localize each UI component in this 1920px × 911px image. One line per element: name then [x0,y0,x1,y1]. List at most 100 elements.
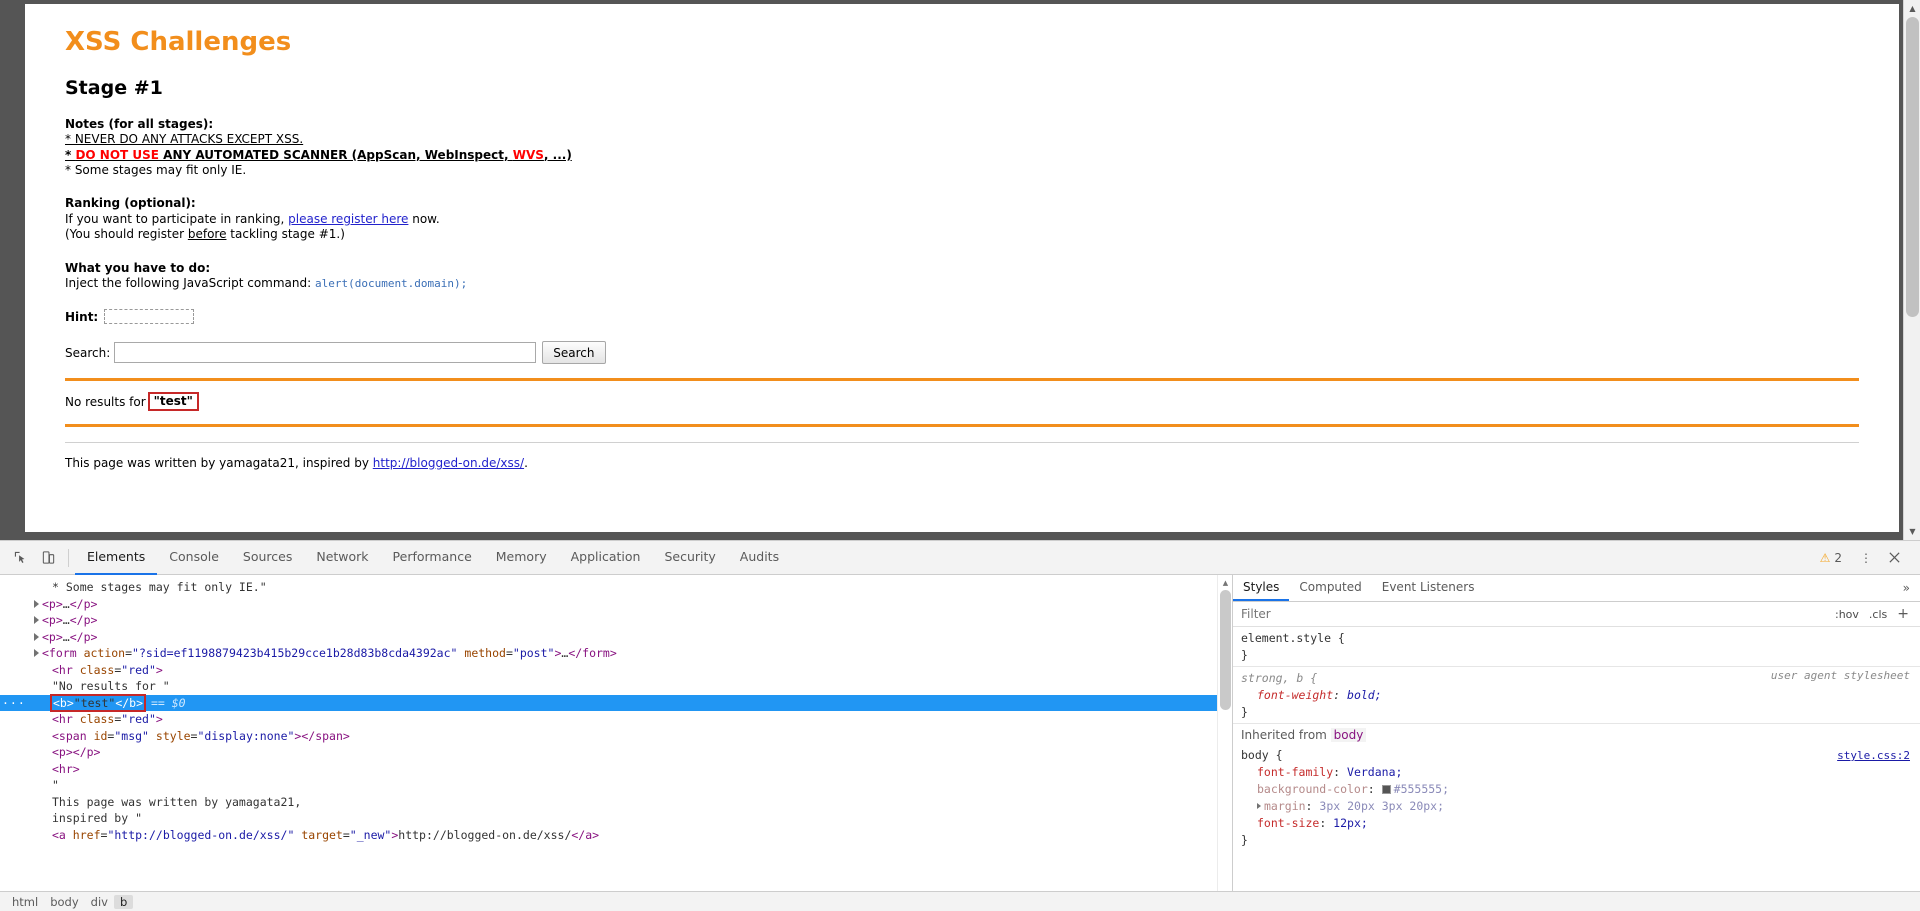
expand-triangle-icon[interactable] [34,599,39,608]
dom-tree-row[interactable]: <p></p> [0,744,1232,761]
css-property-name[interactable]: font-size [1257,816,1319,830]
css-property-value[interactable]: bold; [1347,688,1382,702]
expand-triangle-icon[interactable] [34,649,39,657]
inspect-element-icon[interactable] [6,544,34,572]
css-declaration[interactable]: font-weight: bold; [1241,687,1912,704]
dom-scrollbar-thumb[interactable] [1220,590,1231,710]
cls-toggle-button[interactable]: .cls [1864,608,1892,621]
styles-tab-styles[interactable]: Styles [1233,575,1290,601]
dom-tree-row[interactable]: <hr class="red"> [0,662,1232,679]
page-scrollbar[interactable]: ▲ ▼ [1903,0,1920,540]
dom-scroll-up-icon[interactable]: ▲ [1218,575,1232,590]
css-property-name[interactable]: font-weight [1257,688,1333,702]
dom-tree-row[interactable]: "No results for " [0,678,1232,695]
expand-triangle-icon[interactable] [34,616,39,624]
new-style-rule-button[interactable]: + [1892,606,1914,622]
dom-tree-row[interactable]: <span id="msg" style="display:none"></sp… [0,728,1232,745]
css-property-value[interactable]: 12px; [1333,816,1368,830]
warning-badge[interactable]: ⚠ 2 [1820,551,1842,565]
devtools-tab-performance[interactable]: Performance [381,541,484,575]
dom-tree-row[interactable]: <p>…</p> [0,596,1232,613]
dom-tree-row[interactable]: * Some stages may fit only IE." [0,579,1232,596]
devtools-tab-security[interactable]: Security [652,541,727,575]
dom-tree-row[interactable]: <hr class="red"> [0,711,1232,728]
devtools-tab-console[interactable]: Console [157,541,231,575]
dom-tree-row[interactable]: <a href="http://blogged-on.de/xss/" targ… [0,827,1232,844]
ranking2-pre: (You should register [65,227,188,242]
css-declaration[interactable]: background-color: #555555; [1241,781,1912,798]
devtools-tab-network[interactable]: Network [304,541,380,575]
css-property-name[interactable]: background-color [1257,782,1368,796]
styles-tab-event-listeners[interactable]: Event Listeners [1372,575,1485,601]
dom-tree-pane[interactable]: * Some stages may fit only IE." <p>…</p> <… [0,575,1232,911]
css-selector[interactable]: body {style.css:2 [1241,747,1912,764]
styles-more-tabs-icon[interactable]: » [1893,575,1920,601]
breadcrumb-item-html[interactable]: html [6,895,44,909]
styles-tab-computed[interactable]: Computed [1289,575,1371,601]
dom-tree-row[interactable]: This page was written by yamagata21, [0,794,1232,811]
css-property-value[interactable]: #555555; [1394,782,1449,796]
dom-tree-row[interactable]: <hr> [0,761,1232,778]
scrollbar-thumb[interactable] [1906,17,1919,317]
css-declaration[interactable]: font-family: Verdana; [1241,764,1912,781]
dom-tree-row[interactable]: <p>…</p> [0,629,1232,646]
ranking2-emphasis: before [187,227,227,242]
dom-tree-row-selected[interactable]: ··· <b>"test"</b> == $0 [0,693,1232,712]
register-link[interactable]: please register here [288,212,408,226]
search-button[interactable]: Search [542,341,606,365]
inherited-source-tag[interactable]: body [1330,728,1367,742]
stage-heading: Stage #1 [65,77,163,99]
result-term-highlight: "test" [147,392,199,412]
css-declaration[interactable]: font-size: 12px; [1241,815,1912,832]
expand-triangle-icon[interactable] [34,632,39,641]
css-colon: : [1367,782,1382,796]
stylesheet-source-link[interactable]: style.css:2 [1837,747,1910,764]
devtools-tab-memory[interactable]: Memory [484,541,559,575]
css-property-value[interactable]: Verdana; [1347,765,1402,779]
note-line-1: * NEVER DO ANY ATTACKS EXCEPT XSS. [65,132,304,147]
more-options-icon[interactable]: ⋮ [1852,544,1880,572]
hint-label: Hint: [65,309,99,324]
hov-toggle-button[interactable]: :hov [1830,608,1864,621]
devtools-tab-sources[interactable]: Sources [231,541,304,575]
dom-tree-row[interactable]: " [0,777,1232,794]
css-declaration[interactable]: margin: 3px 20px 3px 20px; [1241,798,1912,815]
device-toolbar-icon[interactable] [34,544,62,572]
scroll-up-icon[interactable]: ▲ [1904,0,1920,17]
css-selector[interactable]: strong, b {user agent stylesheet [1241,669,1912,687]
color-swatch[interactable] [1381,785,1391,794]
close-devtools-icon[interactable] [1880,544,1908,572]
dom-tree-lines: * Some stages may fit only IE." <p>…</p> <… [0,579,1232,843]
dom-row-markup: <hr class="red"> [52,712,163,726]
devtools-tab-audits[interactable]: Audits [728,541,791,575]
ranking-pre: If you want to participate in ranking, [65,211,289,226]
css-property-value[interactable]: 3px 20px 3px 20px; [1319,799,1444,813]
divider-orange-bottom [65,424,1859,428]
row-ellipsis-icon[interactable]: ··· [2,695,26,712]
breadcrumb-item-body[interactable]: body [44,895,84,909]
dom-tree-row[interactable]: <form action="?sid=ef1198879423b415b29cc… [0,645,1232,662]
ranking-line-2: (You should register before tackling sta… [65,227,1879,242]
expand-shorthand-icon[interactable] [1257,803,1261,809]
search-input[interactable] [114,342,537,364]
hint-box[interactable] [104,309,195,325]
css-property-name[interactable]: margin [1264,799,1306,813]
styles-filter-input[interactable] [1239,606,1830,622]
devtools-tab-application[interactable]: Application [559,541,653,575]
breadcrumb-item-b[interactable]: b [113,894,134,909]
devtools-body: * Some stages may fit only IE." <p>…</p> <… [0,575,1920,911]
devtools-tab-elements[interactable]: Elements [75,541,158,575]
breadcrumb-item-div[interactable]: div [85,895,114,909]
inherited-from-label: Inherited from body [1233,723,1920,747]
toolbar-separator [68,548,69,567]
dom-tree-row[interactable]: <p>…</p> [0,612,1232,629]
dom-tree-scrollbar[interactable]: ▲ ▼ [1217,575,1232,911]
blogged-on-link[interactable]: http://blogged-on.de/xss/ [373,456,524,470]
styles-rules-list: element.style {} strong, b {user agent st… [1233,627,1920,911]
dom-row-markup: " [52,778,59,792]
css-selector[interactable]: element.style { [1241,630,1912,647]
css-property-name[interactable]: font-family [1257,765,1333,779]
dom-row-markup: This page was written by yamagata21, [52,794,302,809]
scroll-down-icon[interactable]: ▼ [1904,523,1920,540]
dom-tree-row[interactable]: inspired by " [0,810,1232,827]
